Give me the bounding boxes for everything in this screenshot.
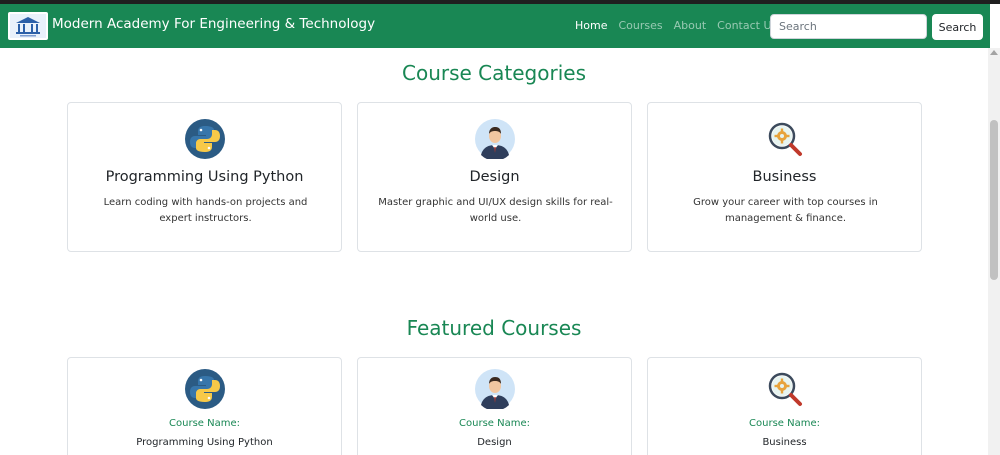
nav-link-about[interactable]: About [674, 19, 707, 32]
category-description: Master graphic and UI/UX design skills f… [378, 197, 613, 224]
brand-name[interactable]: Modern Academy For Engineering & Technol… [52, 16, 375, 32]
category-description: Learn coding with hands-on projects and … [103, 197, 308, 224]
designer-avatar-icon [475, 119, 515, 159]
category-card-business[interactable]: Business Grow your career with top cours… [647, 102, 922, 252]
python-icon [185, 369, 225, 409]
nav-link-courses[interactable]: Courses [618, 19, 662, 32]
building-icon [10, 14, 46, 38]
search-input[interactable] [770, 14, 927, 39]
gear-magnifier-icon [768, 372, 802, 406]
category-title: Business [752, 169, 817, 185]
nav-link-home[interactable]: Home [575, 19, 607, 32]
course-name-label: Course Name: [169, 418, 240, 429]
page-scrollbar[interactable] [988, 48, 1000, 455]
navbar: Modern Academy For Engineering & Technol… [0, 4, 990, 48]
academy-logo[interactable] [8, 12, 48, 40]
category-description: Grow your career with top courses in man… [693, 197, 878, 224]
course-name: Programming Using Python [136, 437, 273, 448]
course-name: Business [762, 437, 807, 448]
featured-card-business[interactable]: Course Name: Business [647, 357, 922, 455]
python-icon [185, 119, 225, 159]
course-name: Design [477, 437, 512, 448]
course-name-label: Course Name: [459, 418, 530, 429]
nav-link-contact[interactable]: Contact Us [717, 19, 777, 32]
search-button[interactable]: Search [932, 14, 983, 40]
category-card-python[interactable]: Programming Using Python Learn coding wi… [67, 102, 342, 252]
scroll-up-icon[interactable] [990, 50, 998, 55]
scroll-thumb[interactable] [990, 120, 998, 280]
featured-title: Featured Courses [406, 316, 582, 340]
featured-card-python[interactable]: Course Name: Programming Using Python [67, 357, 342, 455]
course-name-label: Course Name: [749, 418, 820, 429]
category-title: Design [469, 169, 520, 185]
designer-avatar-icon [475, 369, 515, 409]
featured-card-design[interactable]: Course Name: Design [357, 357, 632, 455]
nav-links: Home Courses About Contact Us [575, 19, 777, 32]
categories-title: Course Categories [402, 61, 586, 85]
category-card-design[interactable]: Design Master graphic and UI/UX design s… [357, 102, 632, 252]
gear-magnifier-icon [768, 122, 802, 156]
category-title: Programming Using Python [105, 169, 304, 185]
